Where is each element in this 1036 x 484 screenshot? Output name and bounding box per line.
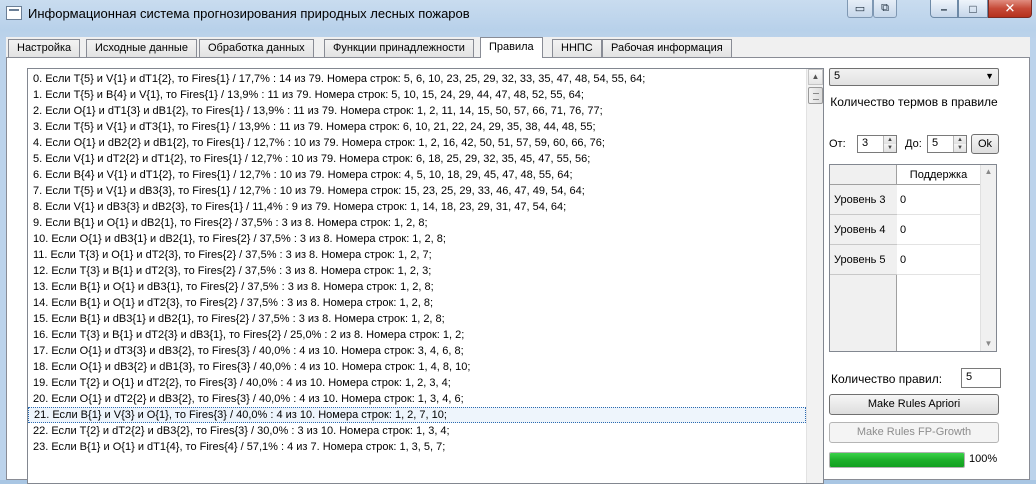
rule-list-item[interactable]: 4. Если O{1} и dB2{2} и dB1{2}, то Fires… [28, 135, 806, 151]
spin-down-icon[interactable]: ▼ [953, 144, 966, 152]
app-window: Информационная система прогнозирования п… [0, 0, 1036, 484]
grid-row-header: Уровень 3 [830, 185, 897, 215]
close-button[interactable]: ✕ [988, 0, 1032, 18]
client-area: Настройка Исходные данные Обработка данн… [6, 37, 1030, 484]
app-icon [6, 6, 22, 20]
rule-list-item[interactable]: 21. Если B{1} и V{3} и O{1}, то Fires{3}… [28, 407, 806, 423]
rule-list-item[interactable]: 16. Если T{3} и B{1} и dT2{3} и dB3{1}, … [28, 327, 806, 343]
chevron-up-icon: ▲ [811, 72, 820, 82]
title-bar: Информационная система прогнозирования п… [0, 0, 1036, 30]
grid-corner [830, 165, 897, 185]
chevron-up-icon[interactable]: ▲ [981, 165, 996, 179]
rules-count-input[interactable]: 5 [961, 368, 1001, 388]
rule-list-item[interactable]: 3. Если T{5} и V{1} и dT3{1}, то Fires{1… [28, 119, 806, 135]
rule-list-item[interactable]: 18. Если O{1} и dB3{2} и dB1{3}, то Fire… [28, 359, 806, 375]
extra-caption-button-2[interactable]: ⧉ [873, 0, 897, 18]
rules-tab-page: 0. Если T{5} и V{1} и dT1{2}, то Fires{1… [6, 57, 1030, 484]
rule-list-item[interactable]: 6. Если B{4} и V{1} и dT1{2}, то Fires{1… [28, 167, 806, 183]
scroll-up-button[interactable]: ▲ [808, 69, 823, 85]
tab-working-info[interactable]: Рабочая информация [602, 39, 732, 57]
rule-list-item[interactable]: 8. Если V{1} и dB3{3} и dB2{3}, то Fires… [28, 199, 806, 215]
rules-count-row: Количество правил: 5 [831, 368, 1001, 390]
minimize-icon: – [940, 1, 948, 16]
maximize-icon: □ [969, 1, 977, 16]
rule-list-item[interactable]: 14. Если B{1} и O{1} и dT2{3}, то Fires{… [28, 295, 806, 311]
grid-row[interactable]: Уровень 4 0 [830, 215, 981, 245]
maximize-button[interactable]: □ [958, 0, 988, 18]
progress-bar [829, 452, 965, 468]
grid-row[interactable]: Уровень 5 0 [830, 245, 981, 275]
tab-nnps[interactable]: ННПС [552, 39, 602, 57]
rule-list-item[interactable]: 10. Если O{1} и dB3{1} и dB2{1}, то Fire… [28, 231, 806, 247]
rule-list-item[interactable]: 2. Если O{1} и dT1{3} и dB1{2}, то Fires… [28, 103, 806, 119]
terms-range: От: 3 ▲ ▼ До: 5 ▲ ▼ Ok [829, 134, 999, 156]
grid-row-header: Уровень 5 [830, 245, 897, 275]
from-spinner-buttons: ▲ ▼ [883, 136, 896, 152]
rule-list-item[interactable]: 9. Если B{1} и O{1} и dB2{1}, то Fires{2… [28, 215, 806, 231]
chevron-down-icon: ▼ [985, 71, 994, 81]
tab-data-processing[interactable]: Обработка данных [199, 39, 314, 57]
rules-scrollbar[interactable]: ▲ [806, 69, 823, 483]
support-column-header[interactable]: Поддержка [897, 165, 981, 185]
spin-up-icon[interactable]: ▲ [953, 136, 966, 144]
spin-down-icon[interactable]: ▼ [883, 144, 896, 152]
chevron-down-icon[interactable]: ▼ [981, 337, 996, 351]
progress-fill [830, 453, 964, 467]
extra-caption-button-1[interactable]: ▭ [847, 0, 873, 18]
rule-list-item[interactable]: 5. Если V{1} и dT2{2} и dT1{2}, то Fires… [28, 151, 806, 167]
close-icon: ✕ [1004, 0, 1016, 16]
tab-strip: Настройка Исходные данные Обработка данн… [6, 37, 1030, 58]
make-rules-apriori-button[interactable]: Make Rules Apriori [829, 394, 999, 415]
rule-list-item[interactable]: 7. Если T{5} и V{1} и dB3{3}, то Fires{1… [28, 183, 806, 199]
rule-list-item[interactable]: 23. Если B{1} и O{1} и dT1{4}, то Fires{… [28, 439, 806, 455]
rule-list-item[interactable]: 17. Если O{1} и dT3{3} и dB3{2}, то Fire… [28, 343, 806, 359]
terms-combo[interactable]: 5 ▼ [829, 68, 999, 86]
support-grid[interactable]: Поддержка Уровень 3 0 Уровень 4 0 Уровен… [829, 164, 997, 352]
minimize-alt-icon: ▭ [854, 2, 866, 15]
terms-count-label: Количество термов в правиле [830, 95, 998, 109]
rule-list-item[interactable]: 11. Если T{3} и O{1} и dT2{3}, то Fires{… [28, 247, 806, 263]
progress-label: 100% [969, 453, 998, 465]
spin-up-icon[interactable]: ▲ [883, 136, 896, 144]
from-label: От: [829, 138, 846, 150]
rule-list-item[interactable]: 20. Если O{1} и dT2{2} и dB3{2}, то Fire… [28, 391, 806, 407]
make-rules-fpgrowth-button: Make Rules FP-Growth [829, 422, 999, 443]
to-spinner-buttons: ▲ ▼ [953, 136, 966, 152]
tab-source-data[interactable]: Исходные данные [86, 39, 197, 57]
from-value: 3 [862, 137, 869, 149]
rule-list-item[interactable]: 1. Если T{5} и B{4} и V{1}, то Fires{1} … [28, 87, 806, 103]
rules-listbox[interactable]: 0. Если T{5} и V{1} и dT1{2}, то Fires{1… [27, 68, 824, 484]
grid-cell[interactable]: 0 [898, 185, 981, 215]
tab-rules[interactable]: Правила [480, 37, 543, 58]
rule-list-item[interactable]: 15. Если B{1} и dB3{1} и dB2{1}, то Fire… [28, 311, 806, 327]
rules-list: 0. Если T{5} и V{1} и dT1{2}, то Fires{1… [28, 71, 806, 455]
rules-count-label: Количество правил: [831, 372, 943, 386]
ok-button[interactable]: Ok [971, 134, 999, 154]
tab-membership-functions[interactable]: Функции принадлежности [324, 39, 474, 57]
rule-list-item[interactable]: 13. Если B{1} и O{1} и dB3{1}, то Fires{… [28, 279, 806, 295]
terms-combo-value: 5 [834, 70, 841, 82]
rule-list-item[interactable]: 19. Если T{2} и O{1} и dT2{2}, то Fires{… [28, 375, 806, 391]
grid-cell[interactable]: 0 [898, 215, 981, 245]
from-spinner[interactable]: 3 ▲ ▼ [857, 135, 897, 153]
rule-list-item[interactable]: 22. Если T{2} и dT2{2} и dB3{2}, то Fire… [28, 423, 806, 439]
rule-list-item[interactable]: 12. Если T{3} и B{1} и dT2{3}, то Fires{… [28, 263, 806, 279]
rule-list-item[interactable]: 0. Если T{5} и V{1} и dT1{2}, то Fires{1… [28, 71, 806, 87]
scroll-thumb[interactable] [808, 87, 823, 104]
grid-row[interactable]: Уровень 3 0 [830, 185, 981, 215]
grid-scrollbar[interactable]: ▲ ▼ [980, 165, 996, 351]
grid-cell[interactable]: 0 [898, 245, 981, 275]
minimize-button[interactable]: – [930, 0, 958, 18]
to-value: 5 [932, 137, 939, 149]
window-title: Информационная система прогнозирования п… [28, 6, 470, 21]
grid-row-header: Уровень 4 [830, 215, 897, 245]
restore-alt-icon: ⧉ [881, 1, 889, 14]
to-label: До: [905, 138, 922, 150]
tab-settings[interactable]: Настройка [8, 39, 81, 57]
to-spinner[interactable]: 5 ▲ ▼ [927, 135, 967, 153]
